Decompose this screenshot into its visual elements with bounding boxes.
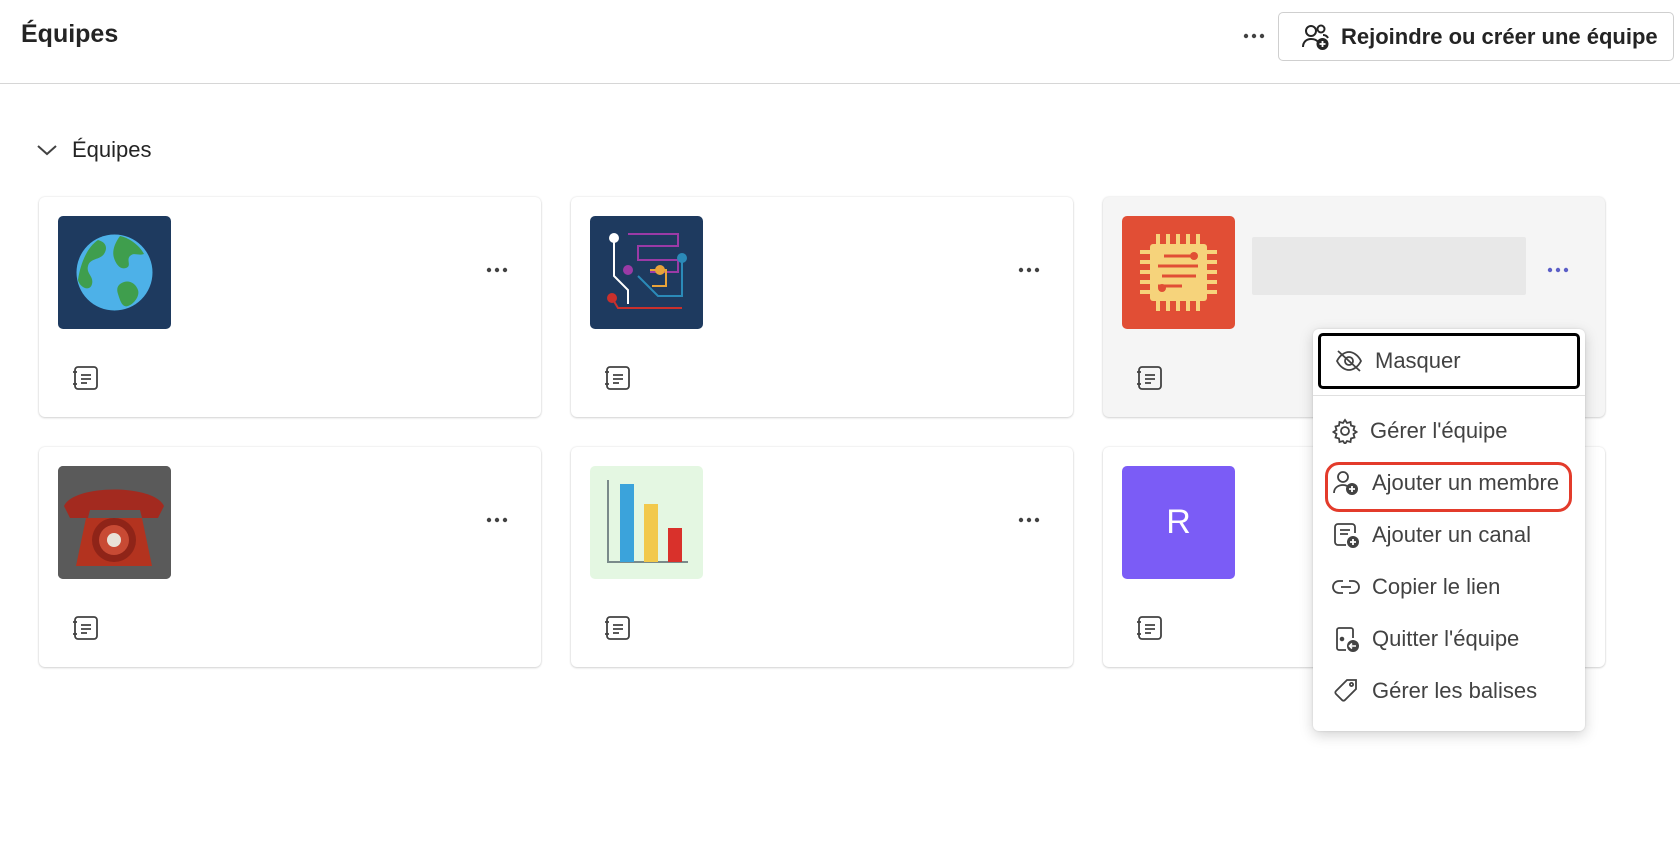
- gear-icon: [1332, 418, 1358, 444]
- channel-list-icon: [604, 364, 632, 392]
- menu-item-label: Quitter l'équipe: [1372, 626, 1520, 651]
- team-channels-button[interactable]: [603, 363, 633, 393]
- more-horizontal-icon: [486, 517, 508, 523]
- team-more-button[interactable]: [479, 502, 515, 538]
- more-horizontal-icon: [1018, 517, 1040, 523]
- team-avatar-telephone: [58, 466, 171, 579]
- menu-item-leave-team[interactable]: Quitter l'équipe: [1318, 615, 1580, 663]
- channel-list-icon: [72, 614, 100, 642]
- channel-list-icon: [604, 614, 632, 642]
- eye-off-icon: [1335, 349, 1363, 373]
- team-avatar-bar-chart: [590, 466, 703, 579]
- people-add-icon: [1301, 23, 1331, 51]
- header-more-button[interactable]: [1232, 16, 1276, 56]
- team-context-menu: Masquer Gérer l'équipe Ajouter un membre…: [1313, 329, 1585, 731]
- channel-list-icon: [1136, 364, 1164, 392]
- more-horizontal-icon: [1547, 267, 1569, 273]
- team-avatar-letter: R: [1122, 466, 1235, 579]
- channel-list-icon: [72, 364, 100, 392]
- menu-item-copy-link[interactable]: Copier le lien: [1318, 563, 1580, 611]
- avatar-letter: R: [1122, 466, 1235, 579]
- menu-divider: [1313, 395, 1585, 396]
- join-button-label: Rejoindre ou créer une équipe: [1341, 23, 1658, 49]
- team-channels-button[interactable]: [71, 613, 101, 643]
- menu-item-label: Copier le lien: [1372, 574, 1501, 599]
- team-channels-button[interactable]: [603, 613, 633, 643]
- more-horizontal-icon: [486, 267, 508, 273]
- team-card[interactable]: [39, 197, 541, 417]
- menu-item-manage-team[interactable]: Gérer l'équipe: [1318, 407, 1580, 455]
- chevron-down-icon: [36, 143, 58, 157]
- more-horizontal-icon: [1018, 267, 1040, 273]
- team-more-button-open[interactable]: [1540, 252, 1576, 288]
- more-horizontal-icon: [1243, 33, 1265, 39]
- team-name-placeholder: [1252, 237, 1526, 295]
- channel-add-icon: [1332, 521, 1360, 549]
- team-channels-button[interactable]: [1135, 363, 1165, 393]
- channel-list-icon: [1136, 614, 1164, 642]
- team-more-button[interactable]: [1011, 252, 1047, 288]
- menu-item-label: Masquer: [1375, 348, 1461, 373]
- team-more-button[interactable]: [1011, 502, 1047, 538]
- menu-item-hide[interactable]: Masquer: [1318, 333, 1580, 389]
- menu-item-label: Gérer l'équipe: [1370, 418, 1508, 443]
- team-avatar-circuit: [590, 216, 703, 329]
- team-channels-button[interactable]: [1135, 613, 1165, 643]
- team-avatar-globe: [58, 216, 171, 329]
- team-card[interactable]: [39, 447, 541, 667]
- menu-item-label: Ajouter un canal: [1372, 522, 1531, 547]
- top-header: Équipes Rejoindre ou créer une équipe: [0, 0, 1680, 84]
- person-add-icon: [1332, 469, 1360, 497]
- menu-item-label: Ajouter un membre: [1372, 470, 1560, 495]
- menu-item-label: Gérer les balises: [1372, 678, 1538, 703]
- teams-section-toggle[interactable]: Équipes: [36, 132, 152, 168]
- team-channels-button[interactable]: [71, 363, 101, 393]
- team-card[interactable]: [571, 197, 1073, 417]
- tag-icon: [1332, 677, 1360, 705]
- team-more-button[interactable]: [479, 252, 515, 288]
- team-avatar-chip: [1122, 216, 1235, 329]
- join-or-create-team-button[interactable]: Rejoindre ou créer une équipe: [1278, 12, 1674, 61]
- section-label: Équipes: [72, 137, 152, 162]
- menu-item-manage-tags[interactable]: Gérer les balises: [1318, 667, 1580, 715]
- page-title: Équipes: [21, 20, 119, 48]
- leave-icon: [1332, 625, 1360, 653]
- menu-item-add-channel[interactable]: Ajouter un canal: [1318, 511, 1580, 559]
- team-card[interactable]: [571, 447, 1073, 667]
- menu-item-add-member[interactable]: Ajouter un membre: [1318, 459, 1580, 507]
- link-icon: [1332, 578, 1360, 596]
